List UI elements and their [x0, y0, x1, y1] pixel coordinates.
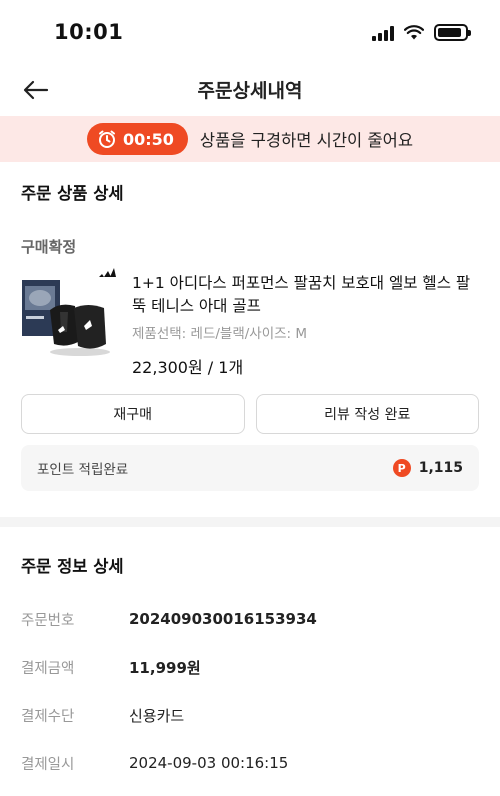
payment-method-value: 신용카드 — [129, 706, 185, 725]
elbow-brace-product-icon[interactable] — [20, 272, 114, 358]
payment-amount-label: 결제금액 — [21, 660, 75, 677]
review-complete-button[interactable]: 리뷰 작성 완료 — [255, 394, 479, 434]
section-divider — [0, 517, 500, 527]
action-buttons: 재구매 리뷰 작성 완료 — [0, 394, 500, 434]
timer-pill: 00:50 — [86, 123, 188, 155]
payment-date-label: 결제일시 — [21, 756, 75, 773]
payment-date-value: 2024-09-03 00:16:15 — [129, 754, 289, 772]
cellular-signal-icon — [372, 25, 394, 41]
payment-amount-row: 결제금액 11,999원 — [0, 643, 500, 691]
stopwatch-icon — [98, 130, 115, 148]
timer-message: 상품을 구경하면 시간이 줄어요 — [199, 131, 413, 150]
order-info-section-title: 주문 정보 상세 — [21, 557, 124, 576]
order-number-label: 주문번호 — [21, 612, 75, 629]
product-info: 1+1 아디다스 퍼포먼스 팔꿈치 보호대 엘보 헬스 팔뚝 테니스 아대 골프… — [132, 272, 480, 378]
timer-value: 00:50 — [122, 129, 174, 149]
order-status: 구매확정 — [21, 237, 77, 256]
product-option: 제품선택: 레드/블랙/사이즈: M — [132, 326, 308, 342]
order-number-row: 주문번호 20240903001615​3934 — [0, 595, 500, 643]
payment-date-row: 결제일시 2024-09-03 00:16:15 — [0, 739, 500, 787]
battery-level — [438, 28, 462, 37]
wifi-icon — [404, 25, 424, 40]
order-number-value: 20240903001615​3934 — [129, 610, 317, 628]
payment-method-label: 결제수단 — [21, 708, 75, 725]
timer-banner[interactable]: 00:50 상품을 구경하면 시간이 줄어요 — [0, 116, 500, 162]
points-value: P 1,115 — [392, 459, 463, 477]
product-item[interactable]: 1+1 아디다스 퍼포먼스 팔꿈치 보호대 엘보 헬스 팔뚝 테니스 아대 골프… — [0, 262, 500, 378]
product-section-title: 주문 상품 상세 — [21, 184, 124, 203]
page-title: 주문상세내역 — [197, 80, 303, 102]
point-badge-icon: P — [392, 459, 411, 477]
status-icons — [372, 24, 471, 41]
status-time: 10:01 — [54, 20, 124, 44]
payment-method-row: 결제수단 신용카드 — [0, 691, 500, 739]
top-navigation: 주문상세내역 — [0, 64, 500, 116]
payment-amount-value: 11,999원 — [129, 658, 201, 677]
points-box: 포인트 적립완료 P 1,115 — [21, 445, 479, 491]
points-label: 포인트 적립완료 — [37, 462, 129, 478]
adidas-logo-icon — [99, 268, 116, 277]
battery-icon — [434, 24, 471, 41]
rebuy-button[interactable]: 재구매 — [21, 394, 245, 434]
status-bar: 10:01 — [0, 0, 500, 64]
order-info-list: 주문번호 20240903001615​3934 결제금액 11,999원 결제… — [0, 595, 500, 787]
points-amount: 1,115 — [418, 460, 463, 476]
product-name[interactable]: 1+1 아디다스 퍼포먼스 팔꿈치 보호대 엘보 헬스 팔뚝 테니스 아대 골프 — [132, 272, 480, 318]
product-price: 22,300원 / 1개 — [132, 358, 244, 377]
